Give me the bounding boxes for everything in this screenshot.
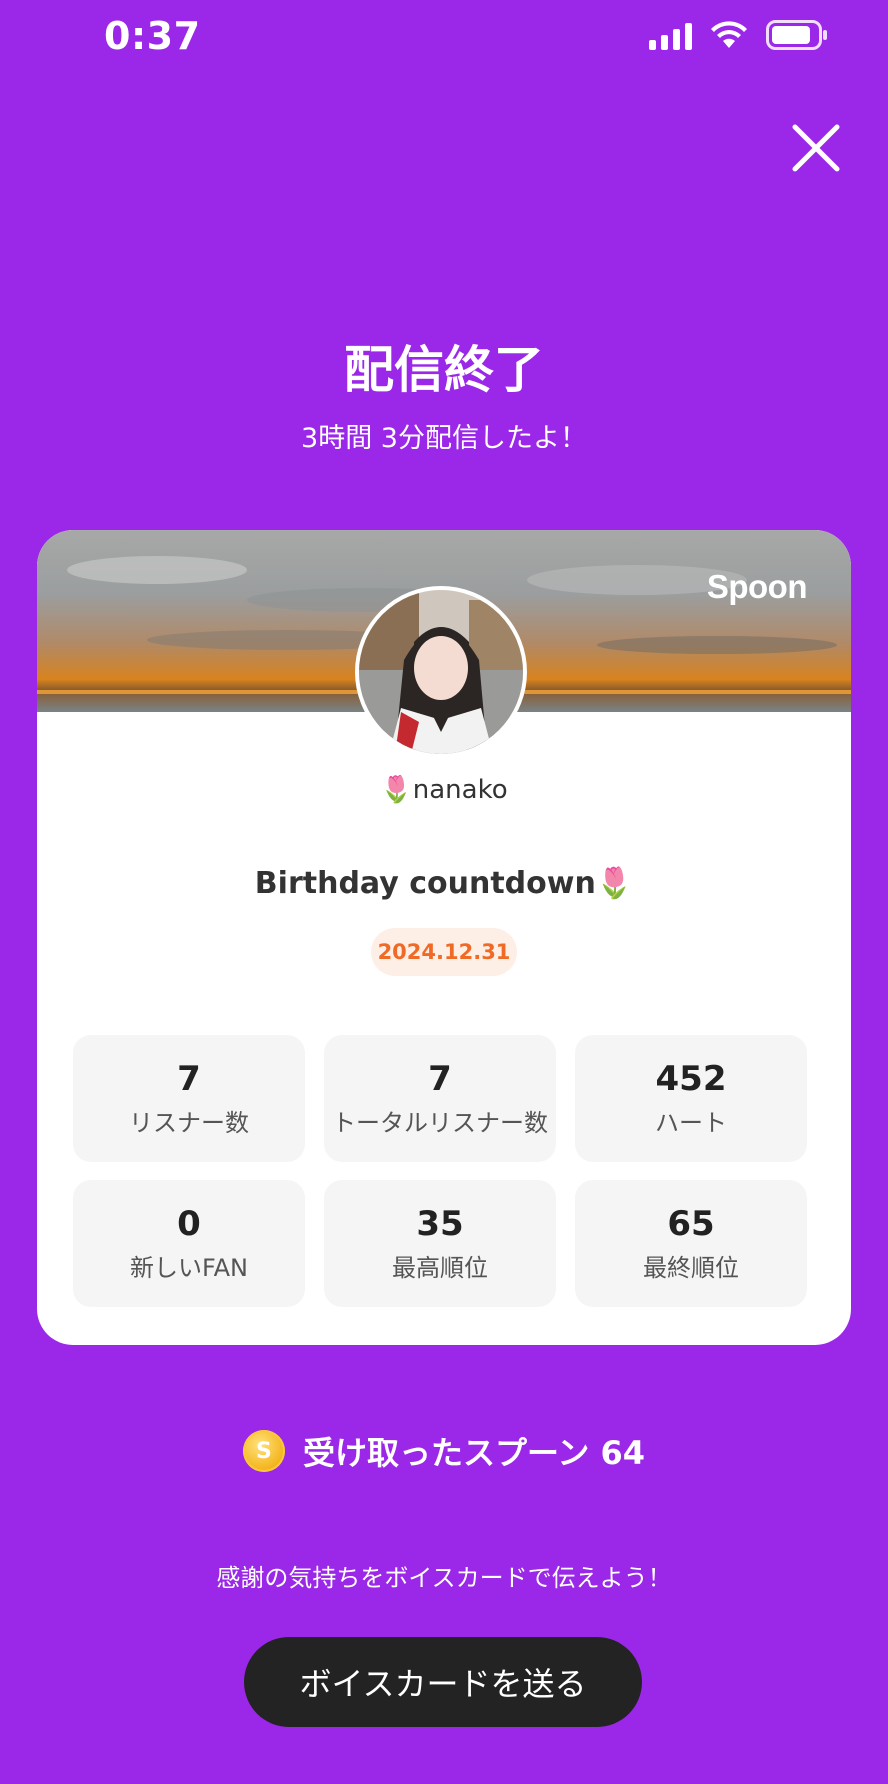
spoon-logo: Spoon: [706, 568, 808, 605]
username: 🌷nanako: [380, 775, 508, 805]
signal-icon: [649, 20, 692, 50]
status-icons: [649, 20, 828, 50]
avatar[interactable]: [355, 586, 527, 758]
stat-hearts: 452 ハート: [575, 1035, 807, 1162]
stat-value: 7: [428, 1058, 452, 1099]
stat-label: 最終順位: [643, 1254, 739, 1283]
received-spoons: S 受け取ったスプーン 64: [0, 1428, 888, 1474]
stat-value: 7: [177, 1058, 201, 1099]
stat-label: トータルリスナー数: [332, 1109, 548, 1138]
stat-listeners: 7 リスナー数: [73, 1035, 305, 1162]
stat-label: 新しいFAN: [130, 1254, 248, 1283]
page-title: 配信終了: [344, 341, 544, 399]
thanks-message: 感謝の気持ちをボイスカードで伝えよう！: [216, 1564, 672, 1592]
live-title: Birthday countdown🌷: [254, 866, 634, 901]
stat-label: 最高順位: [392, 1254, 488, 1283]
date-badge: 2024.12.31: [371, 928, 517, 976]
close-button[interactable]: [790, 122, 842, 174]
status-time: 0:37: [104, 14, 201, 58]
stat-value: 0: [177, 1203, 201, 1244]
wifi-icon: [711, 21, 747, 48]
stat-value: 452: [655, 1058, 727, 1099]
spoon-coin-icon: S: [242, 1430, 285, 1472]
stat-value: 65: [667, 1203, 715, 1244]
stats-grid: 7 リスナー数 7 トータルリスナー数 452 ハート 0 新しいFAN 35 …: [73, 1035, 815, 1307]
stat-label: リスナー数: [129, 1109, 249, 1138]
close-icon: [792, 124, 840, 172]
stat-total-listeners: 7 トータルリスナー数: [324, 1035, 556, 1162]
send-voice-card-button[interactable]: ボイスカードを送る: [244, 1637, 642, 1727]
stat-value: 35: [416, 1203, 464, 1244]
status-bar: 0:37: [0, 0, 888, 75]
stat-highest-rank: 35 最高順位: [324, 1180, 556, 1307]
received-spoons-label: 受け取ったスプーン 64: [302, 1434, 646, 1472]
stat-final-rank: 65 最終順位: [575, 1180, 807, 1307]
summary-card: Spoon 🌷nanako Birthday countdown🌷 2024.1…: [37, 530, 851, 1345]
stat-new-fans: 0 新しいFAN: [73, 1180, 305, 1307]
stat-label: ハート: [655, 1109, 727, 1138]
battery-icon: [766, 20, 827, 50]
broadcast-duration: 3時間 3分配信したよ！: [301, 423, 587, 454]
